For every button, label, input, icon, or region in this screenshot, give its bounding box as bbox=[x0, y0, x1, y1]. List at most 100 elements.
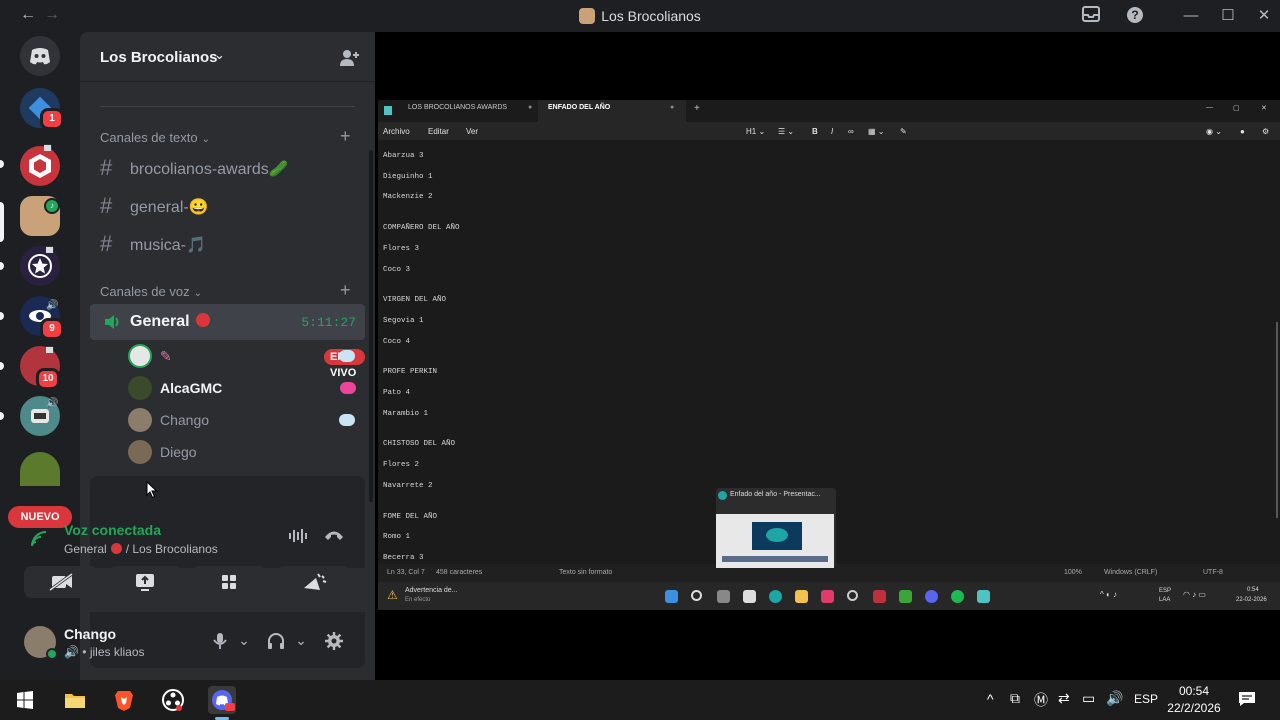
chevron-down-icon[interactable]: ⌄ bbox=[234, 632, 254, 652]
voice-channel-general[interactable]: General 5:11:27 bbox=[90, 304, 365, 340]
minimize-icon[interactable]: — bbox=[1206, 104, 1213, 111]
copilot-icon[interactable]: ◉ ⌄ bbox=[1206, 127, 1222, 136]
file-explorer-icon[interactable] bbox=[61, 686, 89, 714]
table-icon[interactable]: ▦ ⌄ bbox=[868, 127, 884, 136]
bold-icon[interactable]: B bbox=[812, 127, 818, 136]
clock-date[interactable]: 22/2/2026 bbox=[1162, 701, 1226, 715]
inbox-icon[interactable] bbox=[1080, 6, 1102, 26]
windows-start-icon[interactable] bbox=[665, 590, 678, 603]
disconnect-icon[interactable] bbox=[322, 528, 346, 548]
add-channel-icon[interactable]: + bbox=[340, 280, 351, 301]
warning-text[interactable]: Advertencia de... bbox=[405, 587, 458, 594]
search-icon[interactable] bbox=[691, 590, 702, 601]
edge-icon[interactable] bbox=[769, 590, 782, 603]
account-icon[interactable]: ● bbox=[1240, 127, 1245, 136]
music-app-icon[interactable] bbox=[821, 590, 834, 603]
screen-share-button[interactable] bbox=[108, 566, 182, 598]
back-arrow-icon[interactable]: ← bbox=[20, 6, 36, 24]
notepad-line: Navarrete 2 bbox=[383, 481, 433, 490]
tray-icons[interactable]: ^ ◐ ♪ bbox=[1100, 590, 1117, 599]
menu-ver[interactable]: Ver bbox=[466, 127, 478, 136]
obs-icon[interactable] bbox=[159, 686, 187, 714]
category-voice-channels[interactable]: Canales de voz ⌄ bbox=[100, 284, 202, 299]
notifications-icon[interactable] bbox=[1238, 691, 1256, 707]
tray-overflow-icon[interactable]: ^ bbox=[987, 691, 994, 707]
tab-enfado-del-ano[interactable]: ENFADO DEL AÑO bbox=[548, 104, 610, 111]
brave-browser-icon[interactable] bbox=[110, 686, 138, 714]
channel-general[interactable]: # general-😀 bbox=[90, 189, 365, 223]
tab-los-brocolianos-awards[interactable]: LOS BROCOLIANOS AWARDS bbox=[408, 104, 507, 111]
taskbar-preview-popup[interactable]: Enfado del año - Presentac... bbox=[716, 488, 836, 568]
italic-icon[interactable]: I bbox=[831, 127, 833, 136]
line-ending: Windows (CRLF) bbox=[1104, 569, 1158, 576]
discord-home-icon[interactable] bbox=[20, 36, 60, 76]
voice-server-name: / Los Brocolianos bbox=[125, 542, 218, 556]
close-icon[interactable]: ✕ bbox=[1261, 104, 1267, 112]
voice-user[interactable]: ✎ EN VIVO bbox=[128, 341, 365, 379]
voice-user[interactable]: AlcaGMC bbox=[128, 373, 365, 403]
invite-people-icon[interactable] bbox=[338, 47, 360, 69]
user-name[interactable]: Chango bbox=[64, 626, 116, 642]
forward-arrow-icon[interactable]: → bbox=[44, 6, 60, 24]
notepad-taskbar-icon[interactable] bbox=[977, 590, 990, 603]
maximize-icon[interactable]: ☐ bbox=[1217, 6, 1239, 26]
microphone-icon[interactable] bbox=[210, 632, 230, 652]
help-icon[interactable]: ? bbox=[1124, 6, 1146, 26]
lang-indicator[interactable]: ESP bbox=[1159, 588, 1171, 594]
maximize-icon[interactable]: ▢ bbox=[1233, 104, 1240, 112]
streamed-notepad-window: LOS BROCOLIANOS AWARDS ● ENFADO DEL AÑO … bbox=[378, 100, 1280, 610]
user-status: 🔊 • jiles kliaos bbox=[64, 645, 145, 659]
tray-app-icon[interactable]: Ⓜ bbox=[1034, 690, 1048, 710]
channel-brocolianos-awards[interactable]: # brocolianos-awards🥒 bbox=[90, 151, 365, 185]
camera-off-button[interactable] bbox=[24, 566, 98, 598]
list-icon[interactable]: ☰ ⌄ bbox=[778, 127, 794, 136]
spotify-icon[interactable] bbox=[951, 590, 964, 603]
settings-gear-icon[interactable] bbox=[324, 632, 344, 652]
settings-gear-icon[interactable]: ⚙ bbox=[1262, 127, 1269, 136]
headphones-icon[interactable] bbox=[266, 632, 286, 652]
security-app-icon[interactable] bbox=[873, 590, 886, 603]
settings-app-icon[interactable] bbox=[847, 590, 858, 601]
scrollbar[interactable] bbox=[369, 150, 373, 502]
tray-app-icon[interactable]: ⧉ bbox=[1010, 690, 1020, 707]
voice-user[interactable]: Diego bbox=[128, 437, 365, 467]
online-status-icon bbox=[46, 648, 58, 660]
language-indicator[interactable]: ESP bbox=[1134, 692, 1158, 706]
clock-time[interactable]: 0:54 bbox=[1247, 587, 1259, 593]
voice-active-icon: ♪ bbox=[44, 198, 60, 214]
soundboard-button[interactable] bbox=[276, 566, 350, 598]
network-icon[interactable]: ◠ ♪ ▭ bbox=[1183, 590, 1206, 599]
menu-archivo[interactable]: Archivo bbox=[383, 127, 410, 136]
discord-icon[interactable] bbox=[925, 590, 938, 603]
add-channel-icon[interactable]: + bbox=[340, 126, 351, 147]
windows-start-icon[interactable] bbox=[11, 686, 39, 714]
signal-icon[interactable] bbox=[30, 530, 50, 548]
xbox-icon[interactable] bbox=[899, 590, 912, 603]
task-view-icon[interactable] bbox=[717, 590, 730, 603]
clock-time[interactable]: 00:54 bbox=[1168, 684, 1220, 698]
hashtag-icon: # bbox=[100, 231, 113, 256]
voice-user[interactable]: Chango bbox=[128, 405, 365, 435]
link-icon[interactable]: ∞ bbox=[848, 127, 854, 136]
file-explorer-icon[interactable] bbox=[795, 590, 808, 603]
activities-button[interactable] bbox=[192, 566, 266, 598]
close-icon[interactable]: ✕ bbox=[1253, 6, 1275, 26]
noise-suppression-icon[interactable] bbox=[286, 528, 310, 548]
volume-icon[interactable]: 🔊 bbox=[1106, 690, 1123, 707]
heading-icon[interactable]: H1 ⌄ bbox=[746, 127, 765, 136]
server-header[interactable]: Los Brocolianos ⌄ bbox=[80, 32, 375, 82]
discord-taskbar-icon[interactable] bbox=[208, 686, 236, 714]
scrollbar[interactable] bbox=[1274, 140, 1280, 564]
channel-musica[interactable]: # musica-🎵 bbox=[90, 227, 365, 261]
menu-editar[interactable]: Editar bbox=[428, 127, 449, 136]
chevron-down-icon[interactable]: ⌄ bbox=[291, 632, 311, 652]
new-tab-icon[interactable]: + bbox=[694, 103, 700, 114]
category-text-channels[interactable]: Canales de texto ⌄ bbox=[100, 130, 210, 145]
voice-connected-title[interactable]: Voz conectada bbox=[64, 522, 161, 538]
tray-app-icon[interactable]: ⇄ bbox=[1058, 690, 1070, 707]
network-icon[interactable]: ▭ bbox=[1082, 690, 1095, 707]
server-icon-goblin[interactable] bbox=[20, 452, 60, 486]
store-icon[interactable] bbox=[743, 590, 756, 603]
minimize-icon[interactable]: — bbox=[1180, 6, 1202, 26]
clear-format-icon[interactable]: ✎ bbox=[900, 127, 907, 136]
